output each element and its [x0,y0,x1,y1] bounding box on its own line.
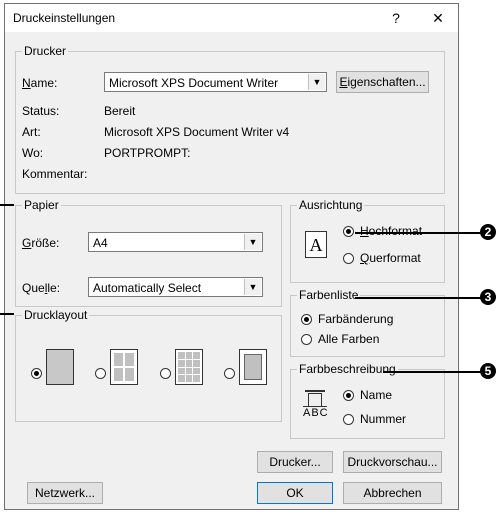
chevron-down-icon: ▼ [244,279,261,295]
ok-button[interactable]: OK [257,482,333,504]
printer-button[interactable]: Drucker... [257,451,333,473]
color-description-group-label: Farbbeschreibung [297,362,398,376]
callout-line-3 [355,297,481,299]
paper-group: Papier Größe: A4 ▼ Quelle: Automatically… [15,198,282,307]
help-button[interactable]: ? [383,8,409,28]
title-bar: Druckeinstellungen ? ✕ [5,4,458,32]
type-value: Microsoft XPS Document Writer v4 [104,125,290,139]
portrait-page-icon: A [305,231,327,258]
chevron-down-icon: ▼ [308,74,325,90]
callout-badge-5: 5 [480,363,496,379]
where-value: PORTPROMPT: [104,146,191,160]
color-number-label[interactable]: Nummer [360,412,406,426]
paper-size-select[interactable]: A4 ▼ [88,232,263,252]
callout-line-5 [383,371,481,373]
portrait-label[interactable]: Hochformat [360,224,422,238]
color-list-group: Farbenliste Farbänderung Alle Farben [290,288,445,357]
layout-booklet-radio[interactable] [224,368,235,379]
callout-line-2 [355,232,481,234]
layout-booklet-icon [239,349,267,385]
color-description-icon: ABC [303,390,329,420]
callout-line-paper [0,204,14,206]
color-list-group-label: Farbenliste [297,288,361,302]
printer-name-value: Microsoft XPS Document Writer [109,76,279,90]
callout-badge-2: 2 [480,224,496,240]
network-button[interactable]: Netzwerk... [27,482,103,504]
chevron-down-icon: ▼ [244,234,261,250]
print-settings-dialog: Druckeinstellungen ? ✕ Drucker Name: Mic… [4,3,459,510]
orientation-group-label: Ausrichtung [297,198,365,212]
layout-four-radio[interactable] [95,368,106,379]
printer-group: Drucker Name: Microsoft XPS Document Wri… [15,44,445,194]
printer-name-select[interactable]: Microsoft XPS Document Writer ▼ [104,72,327,92]
cancel-button[interactable]: Abbrechen [343,482,442,504]
portrait-radio[interactable] [343,226,354,237]
properties-button[interactable]: Eigenschaften... [336,71,429,93]
where-label: Wo: [22,146,44,160]
orientation-group: Ausrichtung A Hochformat Querformat [290,198,445,283]
layout-single-radio[interactable] [31,368,42,379]
color-change-radio[interactable] [301,314,312,325]
paper-source-value: Automatically Select [93,281,202,295]
layout-many-icon [175,349,203,385]
printer-group-label: Drucker [22,44,69,58]
color-change-label[interactable]: Farbänderung [318,312,393,326]
layout-many-radio[interactable] [160,368,171,379]
layout-single-icon [46,349,74,385]
callout-line-layout [0,313,14,315]
color-name-label[interactable]: Name [360,388,392,402]
paper-source-label: Quelle: [22,281,61,295]
layout-four-icon [110,349,138,385]
landscape-radio[interactable] [343,253,354,264]
paper-source-select[interactable]: Automatically Select ▼ [88,277,263,297]
print-layout-group-label: Drucklayout [22,308,90,322]
status-label: Status: [22,104,60,118]
printer-name-label: Name: [22,76,58,90]
dialog-title: Druckeinstellungen [13,11,116,25]
status-value: Bereit [104,104,136,118]
color-description-group: Farbbeschreibung ABC Name Nummer [290,362,445,439]
all-colors-label[interactable]: Alle Farben [318,332,379,346]
landscape-label[interactable]: Querformat [360,251,421,265]
color-number-radio[interactable] [343,414,354,425]
print-preview-button[interactable]: Druckvorschau... [343,451,442,473]
type-label: Art: [22,125,41,139]
color-name-radio[interactable] [343,390,354,401]
comment-label: Kommentar: [22,167,88,181]
paper-size-label: Größe: [22,236,60,250]
paper-group-label: Papier [22,198,61,212]
paper-size-value: A4 [93,236,108,250]
close-button[interactable]: ✕ [425,8,451,28]
print-layout-group: Drucklayout [15,308,282,422]
all-colors-radio[interactable] [301,334,312,345]
callout-badge-3: 3 [480,289,496,305]
